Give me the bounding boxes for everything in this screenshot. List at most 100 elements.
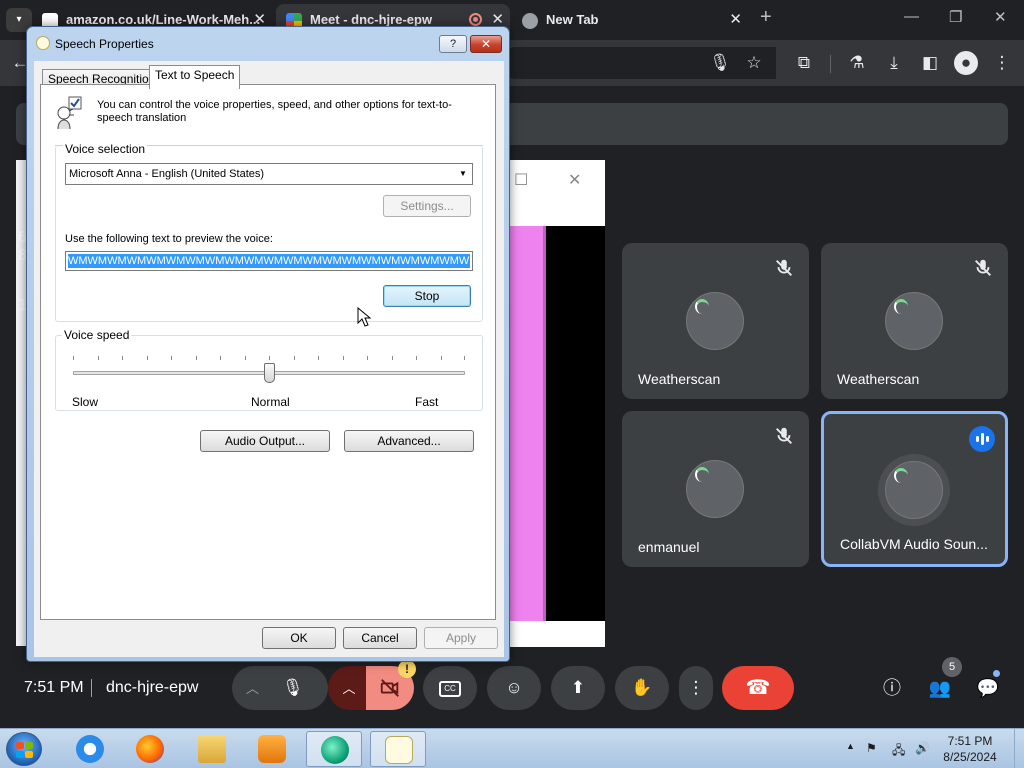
new-tab-plus-icon[interactable]: + [760,6,772,29]
preview-text-input[interactable]: WMWMWMWMWMWMWMWMWMWMWMWMWMWMWMWMWMWMWMWM… [65,251,473,271]
raise-hand-button[interactable]: ✋ [615,666,669,710]
start-button[interactable] [6,732,42,766]
dialog-body: Speech Recognition Text to Speech You ca… [34,61,504,657]
chat-icon[interactable]: 💬 [976,676,1000,700]
preview-text-selection: WMWMWMWMWMWMWMWMWMWMWMWMWMWMWMWMWMWMWMWM… [68,254,470,268]
tab-new-tab[interactable]: New Tab ✕ [522,4,748,36]
side-panel-icon[interactable]: ◧ [918,51,942,75]
address-bar[interactable]: 🎙 ☆ [500,47,776,79]
voice-select[interactable]: Microsoft Anna - English (United States)… [65,163,473,185]
advanced-button[interactable]: Advanced... [344,430,474,452]
divider [91,679,92,697]
close-icon[interactable]: ✕ [729,4,742,36]
more-options-button[interactable]: ⋮ [679,666,713,710]
taskbar-media-player[interactable] [244,731,300,767]
leave-call-button[interactable]: ☎ [722,666,794,710]
show-hidden-icons-icon[interactable]: ▲ [846,741,855,751]
avatar [885,292,943,350]
maximize-icon[interactable]: ☐ [514,170,528,190]
hand-icon: ✋ [631,678,653,697]
internet-explorer-icon [76,735,104,763]
bookmark-star-icon[interactable]: ☆ [742,51,766,75]
menu-kebab-icon[interactable]: ⋮ [990,51,1014,75]
emoji-button[interactable]: ☺ [487,666,541,710]
chat-notification-dot [993,670,1000,677]
chevron-up-icon[interactable]: ︿ [246,681,259,696]
fast-label: Fast [415,395,439,409]
participant-name: Weatherscan [638,371,721,387]
participant-tile-speaking[interactable]: CollabVM Audio Soun... [821,411,1008,567]
voice-speed-slider-thumb[interactable] [263,363,275,383]
network-icon[interactable]: 🖧 [892,741,905,762]
settings-button[interactable]: Settings... [383,195,471,217]
toolbar-divider [830,55,831,73]
people-icon[interactable]: 👥 [928,676,952,700]
apply-button[interactable]: Apply [424,627,498,649]
help-button[interactable]: ? [439,35,467,53]
meeting-time: 7:51 PM [24,679,84,696]
close-icon: ✕ [480,37,492,51]
participant-name: Weatherscan [837,371,920,387]
profile-avatar-icon[interactable]: ● [954,51,978,75]
avatar [686,292,744,350]
recording-icon [469,13,482,26]
action-center-flag-icon[interactable]: ⚑ [866,741,877,755]
meeting-info-icon[interactable]: ⓘ [880,676,904,700]
participant-tile[interactable]: Weatherscan [622,243,809,399]
dropdown-arrow-icon[interactable]: ▼ [454,164,472,184]
avatar [885,461,943,519]
hang-up-icon: ☎ [745,677,771,699]
participant-tile[interactable]: enmanuel [622,411,809,567]
ok-button[interactable]: OK [262,627,336,649]
description-text: You can control the voice properties, sp… [97,99,452,124]
presentation-content [510,226,605,621]
slow-label: Slow [72,395,99,409]
clock-date: 8/25/2024 [943,750,997,764]
taskbar-internet-explorer[interactable] [62,731,118,767]
labs-flask-icon[interactable]: ⚗ [845,51,869,75]
participant-name: enmanuel [638,539,700,555]
extensions-icon[interactable]: ⧉ [792,51,816,75]
taskbar-explorer[interactable] [184,731,240,767]
meet-control-bar: 7:51 PM dnc-hjre-epw ︿ 🎙 ︿ CC ☺ ⬆ ✋ ⋮ ☎ … [0,660,1024,728]
system-clock[interactable]: 7:51 PM 8/25/2024 [930,733,1010,765]
video-options-button[interactable]: ︿ [328,666,370,710]
speaking-indicator-icon [969,426,995,452]
app-icon [321,736,349,764]
mic-off-icon [776,427,792,444]
firefox-icon [136,735,164,763]
tab-text-to-speech[interactable]: Text to Speech [149,65,241,89]
stop-button[interactable]: Stop [383,285,471,307]
taskbar-active-app[interactable] [306,731,362,767]
audio-options-button[interactable]: ︿ 🎙 [232,666,328,710]
close-button[interactable]: ✕ [470,35,502,53]
cancel-button[interactable]: Cancel [343,627,417,649]
voice-selection-label: Voice selection [63,142,148,156]
microphone-icon[interactable]: 🎙 [282,666,304,710]
speech-properties-icon [57,96,82,129]
captions-icon: CC [439,680,461,697]
windows-taskbar: ▲ ⚑ 🖧 🔊 7:51 PM 8/25/2024 [0,728,1024,768]
taskbar-firefox[interactable] [122,731,178,767]
taskbar-speech-properties[interactable] [370,731,426,767]
clock-time: 7:51 PM [947,734,993,748]
voice-speed-label: Voice speed [62,328,132,342]
desktop: ▾ amazon.co.uk/Line-Work-Meh... ✕ Meet -… [0,0,1024,768]
microphone-icon[interactable]: 🎙 [708,51,732,75]
show-desktop-button[interactable] [1014,729,1024,768]
pink-band [510,226,545,621]
pink-band-edge [543,226,546,621]
close-icon[interactable]: ✕ [568,170,581,190]
preview-label: Use the following text to preview the vo… [65,233,273,245]
close-window-icon[interactable]: ✕ [994,8,1007,26]
download-icon[interactable]: ⤓ [882,51,906,75]
captions-button[interactable]: CC [423,666,477,710]
present-button[interactable]: ⬆ [551,666,605,710]
audio-output-button[interactable]: Audio Output... [200,430,330,452]
present-screen-icon: ⬆ [570,678,586,697]
participant-tile[interactable]: Weatherscan [821,243,1008,399]
minimize-icon[interactable]: — [904,8,919,25]
speech-icon [36,36,50,50]
restore-icon[interactable]: ❐ [949,8,962,26]
volume-icon[interactable]: 🔊 [915,741,930,755]
